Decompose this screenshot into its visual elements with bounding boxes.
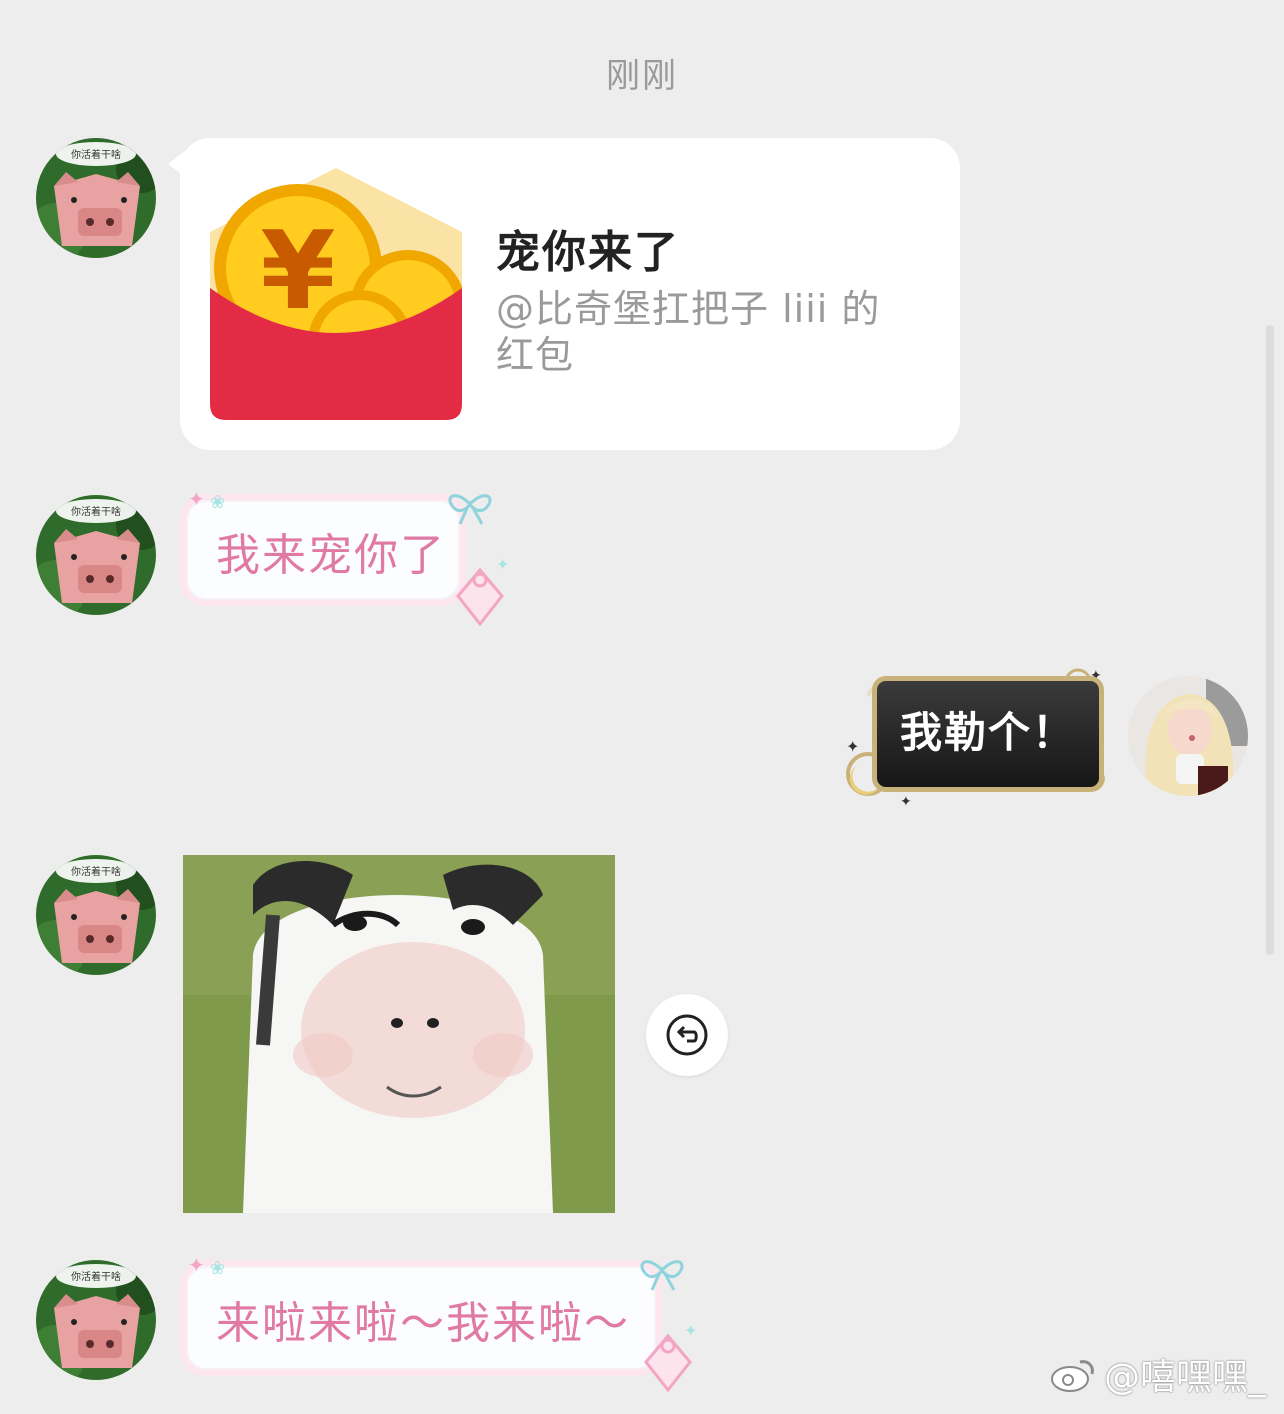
svg-text:❀: ❀	[210, 492, 225, 513]
message-bubble[interactable]: 我勒个！	[872, 676, 1104, 792]
watermark: @嘻嘿嘿_	[1048, 1348, 1266, 1400]
red-packet-subtitle: @比奇堡扛把子 liii 的红包	[496, 287, 881, 377]
sender-avatar[interactable]: 你活着干啥	[36, 1260, 156, 1380]
message-bubble[interactable]: 来啦来啦～我来啦～	[180, 1260, 662, 1376]
weibo-logo-icon	[1050, 1360, 1094, 1392]
sender-avatar[interactable]: 你活着干啥	[36, 138, 156, 258]
svg-text:你活着干啥: 你活着干啥	[71, 865, 121, 878]
svg-text:❀: ❀	[210, 1258, 225, 1279]
svg-text:你活着干啥: 你活着干啥	[71, 1270, 121, 1283]
svg-text:✦: ✦	[496, 556, 509, 574]
message-text: 我来宠你了	[216, 530, 446, 581]
sparkle-decoration-icon: ✦ ❀	[188, 487, 225, 513]
svg-text:你活着干啥: 你活着干啥	[71, 505, 121, 518]
sparkle-decoration-icon: ✦ ❀	[188, 1253, 225, 1279]
timestamp: 刚刚	[606, 56, 678, 96]
gift-decoration-icon: ✦	[644, 1322, 697, 1393]
message-text: 我勒个！	[899, 708, 1076, 757]
svg-text:✦: ✦	[846, 737, 859, 756]
red-packet-card[interactable]: ¥ 宠你来了 @比奇堡扛把子 liii 的红包	[180, 138, 960, 450]
svg-text:✦: ✦	[188, 1253, 205, 1277]
undo-arrow-icon	[666, 1014, 708, 1056]
bow-decoration-icon	[448, 494, 492, 525]
sender-avatar[interactable]: 你活着干啥	[36, 855, 156, 975]
my-avatar[interactable]	[1128, 676, 1248, 796]
sender-avatar[interactable]: 你活着干啥	[36, 495, 156, 615]
scrollbar[interactable]	[1266, 325, 1274, 955]
red-packet-title: 宠你来了	[496, 227, 680, 278]
bow-decoration-icon	[640, 1260, 684, 1291]
svg-text:✦: ✦	[188, 487, 205, 511]
watermark-text: @嘻嘿嘿_	[1103, 1357, 1266, 1398]
svg-text:✦: ✦	[684, 1322, 697, 1340]
svg-text:你活着干啥: 你活着干啥	[71, 148, 121, 161]
message-text: 来啦来啦～我来啦～	[216, 1298, 630, 1349]
gift-decoration-icon: ✦	[456, 556, 509, 627]
cow-sticker-image[interactable]	[183, 855, 615, 1213]
red-packet-icon: ¥	[210, 168, 466, 424]
quote-reply-button[interactable]	[646, 994, 728, 1076]
svg-text:✦: ✦	[900, 794, 912, 806]
